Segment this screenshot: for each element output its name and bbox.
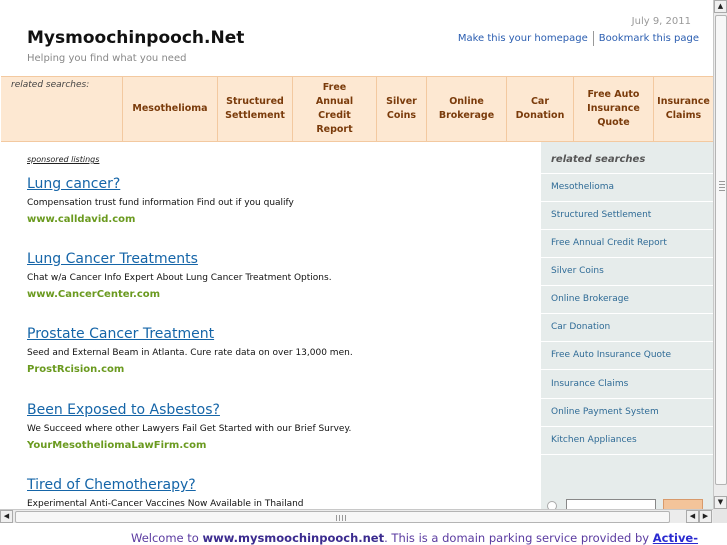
related-item-label: Free Auto Insurance Quote: [587, 89, 640, 128]
related-item-free-auto-insurance-quote[interactable]: Free Auto Insurance Quote: [573, 77, 653, 141]
sidebar-divider: [541, 398, 713, 399]
footer-provider-link[interactable]: Active-: [653, 531, 698, 545]
horizontal-scroll-thumb[interactable]: [15, 511, 670, 523]
listing-title-link[interactable]: Lung cancer?: [27, 176, 527, 193]
footer-middle: . This is a domain parking service provi…: [384, 531, 653, 545]
sidebar-item-online-brokerage[interactable]: Online Brokerage: [551, 294, 629, 304]
link-separator: [592, 31, 594, 46]
sidebar-divider: [541, 341, 713, 342]
listing-description: Experimental Anti-Cancer Vaccines Now Av…: [27, 499, 304, 509]
sidebar-item-insurance-claims[interactable]: Insurance Claims: [551, 379, 628, 389]
listing-description: We Succeed where other Lawyers Fail Get …: [27, 424, 352, 434]
footer-banner: Welcome to www.mysmoochinpooch.net. This…: [0, 523, 727, 545]
scroll-right-arrow-icon[interactable]: ▶: [699, 510, 712, 523]
footer-prefix: Welcome to: [131, 531, 203, 545]
related-searches-sidebar: related searches Mesothelioma Structured…: [541, 142, 713, 509]
related-item-car-donation[interactable]: Car Donation: [506, 77, 573, 141]
related-item-insurance-claims[interactable]: Insurance Claims: [653, 77, 713, 141]
related-searches-bar: related searches: Mesothelioma Structure…: [1, 76, 713, 142]
listing-item: Lung cancer? Compensation trust fund inf…: [27, 176, 527, 226]
search-button[interactable]: [663, 499, 703, 509]
sidebar-divider: [541, 426, 713, 427]
related-item-mesothelioma[interactable]: Mesothelioma: [122, 77, 217, 141]
browser-viewport: Mysmoochinpooch.Net Helping you find wha…: [0, 0, 713, 509]
sidebar-divider: [541, 313, 713, 314]
grip-line: [719, 187, 725, 188]
search-radio-icon[interactable]: [547, 501, 557, 509]
related-item-label: Car Donation: [515, 96, 565, 121]
listing-item: Tired of Chemotherapy? Experimental Anti…: [27, 477, 527, 509]
related-item-label: Silver Coins: [386, 96, 417, 121]
make-homepage-link[interactable]: Make this your homepage: [458, 33, 588, 44]
sidebar-heading: related searches: [551, 154, 646, 165]
listing-description: Compensation trust fund information Find…: [27, 198, 294, 208]
listing-url-link[interactable]: www.calldavid.com: [27, 213, 527, 226]
sidebar-item-car-donation[interactable]: Car Donation: [551, 322, 610, 332]
scroll-up-arrow-icon[interactable]: ▲: [714, 0, 727, 13]
listing-title-link[interactable]: Been Exposed to Asbestos?: [27, 402, 527, 419]
site-title[interactable]: Mysmoochinpooch.Net: [27, 28, 244, 48]
related-item-label: Online Brokerage: [438, 96, 495, 121]
vertical-scrollbar[interactable]: ▲ ▼: [713, 0, 727, 509]
footer-text: Welcome to www.mysmoochinpooch.net. This…: [131, 531, 698, 545]
sidebar-item-free-annual-credit-report[interactable]: Free Annual Credit Report: [551, 238, 667, 248]
grip-line: [345, 515, 346, 521]
related-item-label: Free Annual Credit Report: [315, 82, 354, 135]
sidebar-item-free-auto-insurance-quote[interactable]: Free Auto Insurance Quote: [551, 350, 671, 360]
sidebar-divider: [541, 229, 713, 230]
sidebar-divider: [541, 257, 713, 258]
listing-description: Seed and External Beam in Atlanta. Cure …: [27, 348, 353, 358]
sidebar-divider: [541, 201, 713, 202]
listing-url-link[interactable]: www.CancerCenter.com: [27, 288, 527, 301]
related-item-free-annual-credit-report[interactable]: Free Annual Credit Report: [292, 77, 376, 141]
grip-line: [719, 181, 725, 182]
related-item-label: Structured Settlement: [225, 96, 285, 121]
sidebar-item-mesothelioma[interactable]: Mesothelioma: [551, 182, 614, 192]
related-item-label: Mesothelioma: [132, 103, 208, 114]
bookmark-link[interactable]: Bookmark this page: [599, 33, 699, 44]
sidebar-item-silver-coins[interactable]: Silver Coins: [551, 266, 604, 276]
scroll-left-arrow-icon[interactable]: ◀: [0, 510, 13, 523]
horizontal-scrollbar[interactable]: ◀ ◀ ▶: [0, 509, 713, 523]
scroll-down-arrow-icon[interactable]: ▼: [714, 496, 727, 509]
sidebar-item-structured-settlement[interactable]: Structured Settlement: [551, 210, 651, 220]
listing-item: Been Exposed to Asbestos? We Succeed whe…: [27, 402, 527, 452]
sidebar-divider: [541, 285, 713, 286]
related-item-online-brokerage[interactable]: Online Brokerage: [426, 77, 506, 141]
related-item-structured-settlement[interactable]: Structured Settlement: [217, 77, 292, 141]
site-tagline: Helping you find what you need: [27, 53, 187, 64]
footer-domain: www.mysmoochinpooch.net: [202, 531, 385, 545]
listing-description: Chat w/a Cancer Info Expert About Lung C…: [27, 273, 332, 283]
related-item-label: Insurance Claims: [657, 96, 710, 121]
listing-title-link[interactable]: Lung Cancer Treatments: [27, 251, 527, 268]
listing-url-link[interactable]: ProstRcision.com: [27, 363, 527, 376]
date-label: July 9, 2011: [631, 16, 691, 27]
scroll-left-arrow-icon[interactable]: ◀: [686, 510, 699, 523]
grip-line: [719, 190, 725, 191]
related-searches-label: related searches:: [11, 80, 90, 90]
listing-url-link[interactable]: YourMesotheliomaLawFirm.com: [27, 439, 527, 452]
sidebar-item-kitchen-appliances[interactable]: Kitchen Appliances: [551, 435, 637, 445]
sidebar-divider: [541, 173, 713, 174]
sidebar-item-online-payment-system[interactable]: Online Payment System: [551, 407, 659, 417]
grip-line: [342, 515, 343, 521]
listing-title-link[interactable]: Prostate Cancer Treatment: [27, 326, 527, 343]
related-item-silver-coins[interactable]: Silver Coins: [376, 77, 426, 141]
sidebar-divider: [541, 369, 713, 370]
listing-item: Prostate Cancer Treatment Seed and Exter…: [27, 326, 527, 376]
sidebar-divider: [541, 454, 713, 455]
scrollbar-corner: [713, 509, 727, 523]
listing-title-link[interactable]: Tired of Chemotherapy?: [27, 477, 527, 494]
search-input[interactable]: [566, 499, 656, 509]
header-links: Make this your homepage Bookmark this pa…: [458, 31, 699, 46]
grip-line: [336, 515, 337, 521]
sponsored-listings-label: sponsored listings: [27, 155, 100, 164]
listing-item: Lung Cancer Treatments Chat w/a Cancer I…: [27, 251, 527, 301]
grip-line: [339, 515, 340, 521]
vertical-scroll-thumb[interactable]: [715, 15, 727, 485]
grip-line: [719, 184, 725, 185]
